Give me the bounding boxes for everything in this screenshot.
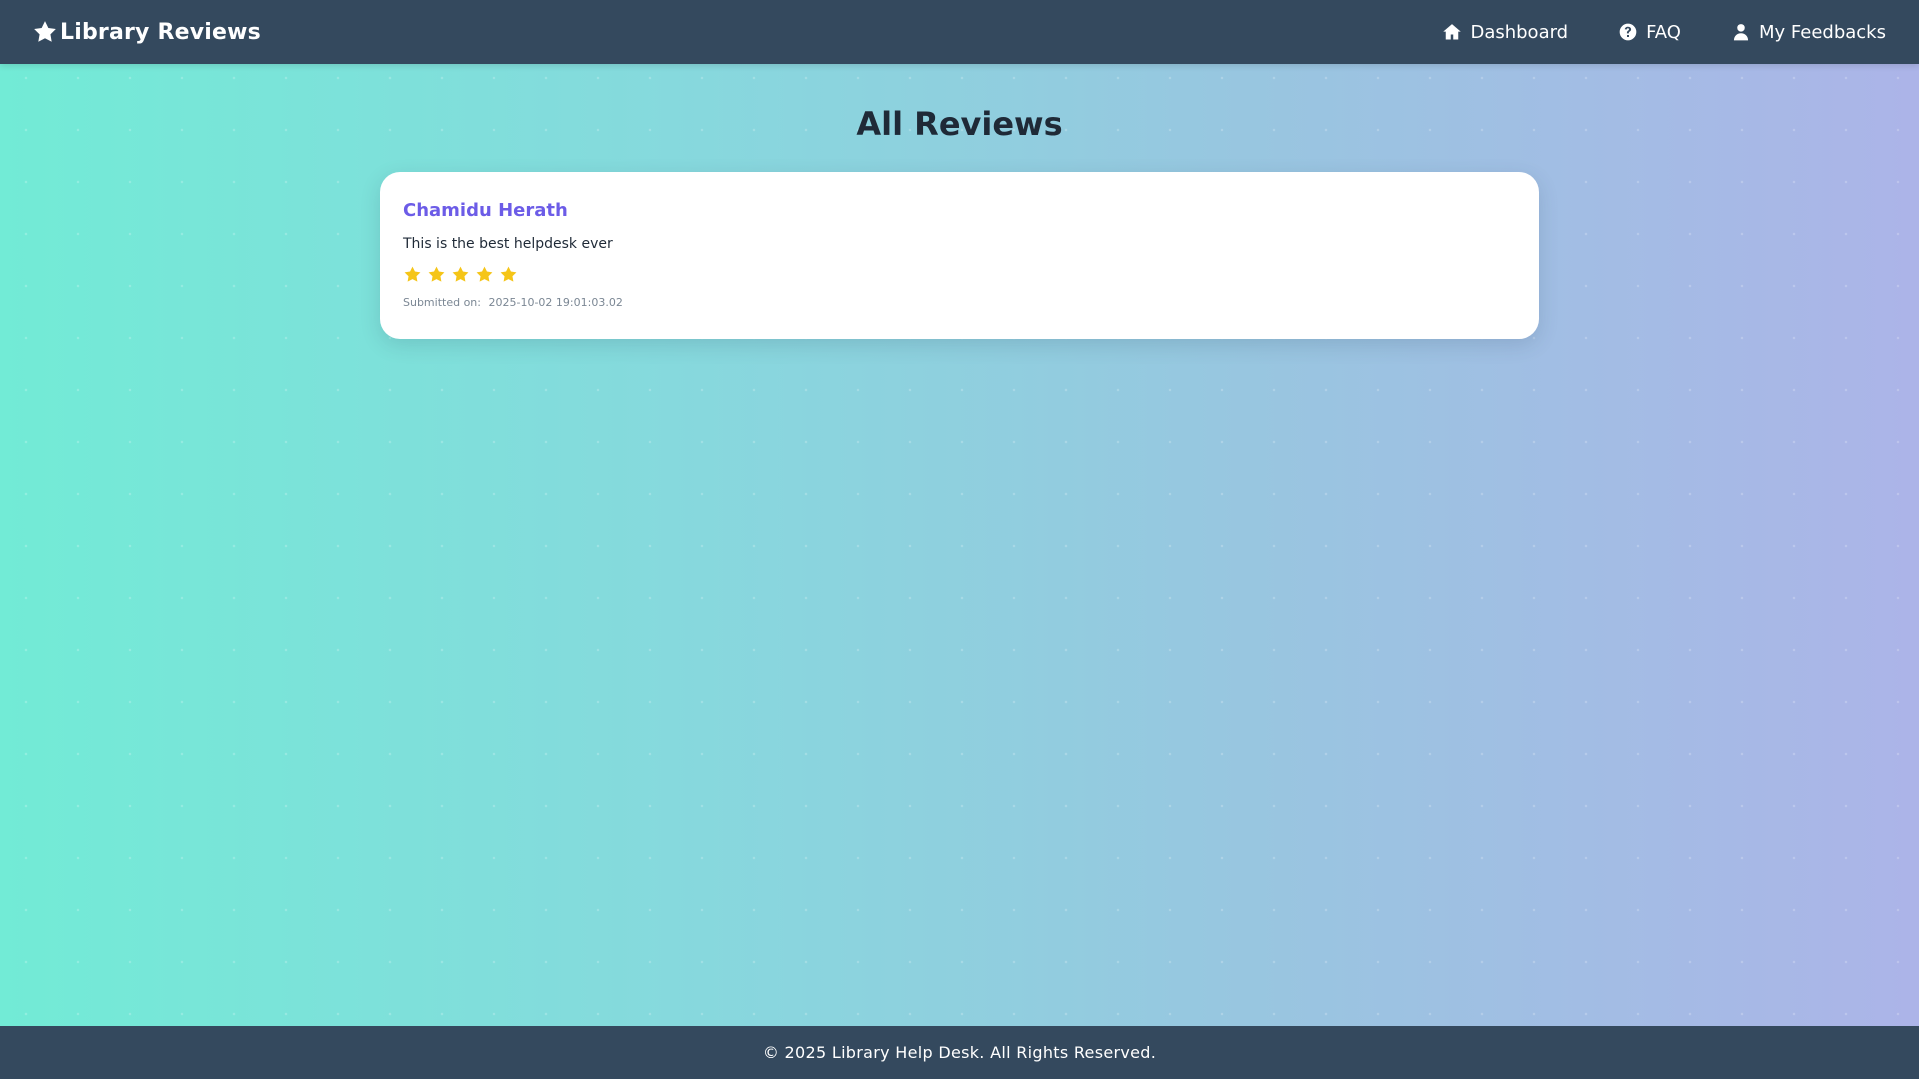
nav-dashboard-label: Dashboard <box>1470 21 1569 43</box>
top-navbar: Library Reviews Dashboard FAQ My Feedbac… <box>0 0 1919 64</box>
nav-faq[interactable]: FAQ <box>1618 22 1681 43</box>
nav-links: Dashboard FAQ My Feedbacks <box>1442 22 1886 43</box>
nav-faq-label: FAQ <box>1646 21 1681 43</box>
star-rating <box>403 265 1516 284</box>
brand-title: Library Reviews <box>60 19 261 45</box>
review-date-value: 2025-10-02 19:01:03.02 <box>488 296 623 309</box>
review-comment: This is the best helpdesk ever <box>403 236 613 252</box>
star-icon <box>34 21 56 42</box>
main-content: All Reviews Chamidu Herath This is the b… <box>0 64 1919 1026</box>
home-icon <box>1443 24 1462 40</box>
page-title: All Reviews <box>856 105 1063 143</box>
review-date-label: Submitted on: <box>403 296 481 309</box>
star-icon <box>452 266 469 282</box>
page-footer: © 2025 Library Help Desk. All Rights Res… <box>0 1026 1919 1079</box>
star-icon <box>500 266 517 282</box>
user-icon <box>1733 24 1749 41</box>
question-circle-icon <box>1619 23 1637 41</box>
nav-my-feedbacks[interactable]: My Feedbacks <box>1731 22 1886 43</box>
star-icon <box>476 266 493 282</box>
star-icon <box>428 266 445 282</box>
reviewer-name: Chamidu Herath <box>403 200 568 221</box>
star-icon <box>404 266 421 282</box>
nav-dashboard[interactable]: Dashboard <box>1442 22 1568 43</box>
nav-my-feedbacks-label: My Feedbacks <box>1758 21 1886 43</box>
review-card: Chamidu Herath This is the best helpdesk… <box>380 172 1539 339</box>
review-date: Submitted on: 2025-10-02 19:01:03.02 <box>403 296 1516 309</box>
brand-link[interactable]: Library Reviews <box>32 19 261 45</box>
footer-text: © 2025 Library Help Desk. All Rights Res… <box>762 1043 1157 1062</box>
